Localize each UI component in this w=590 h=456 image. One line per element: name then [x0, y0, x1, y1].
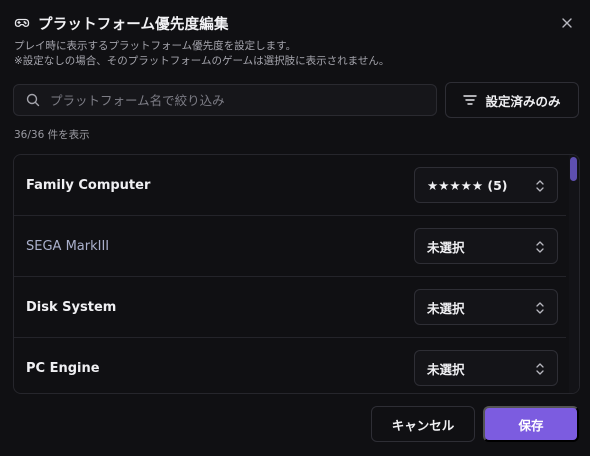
dialog-header: プラットフォーム優先度編集 [14, 12, 578, 34]
priority-value: 未選択 [427, 361, 465, 377]
dialog-title: プラットフォーム優先度編集 [38, 16, 229, 33]
platform-name: Disk System [26, 299, 117, 315]
dialog-description: プレイ時に表示するプラットフォーム優先度を設定します。 ※設定なしの場合、そのプ… [14, 39, 389, 69]
priority-select[interactable]: ★★★★★ (5) [414, 167, 558, 203]
list-scrollbar[interactable] [569, 155, 579, 393]
search-input[interactable] [50, 92, 436, 108]
description-line-2: ※設定なしの場合、そのプラットフォームのゲームは選択肢に表示されません。 [14, 55, 390, 67]
priority-value: ★★★★★ (5) [427, 177, 508, 193]
platform-name: SEGA MarkIII [26, 238, 110, 254]
search-box [13, 84, 437, 116]
priority-select[interactable]: 未選択 [414, 228, 558, 264]
platform-row: Disk System 未選択 [14, 277, 566, 338]
chevron-up-down-icon [536, 363, 544, 375]
platform-priority-dialog: プラットフォーム優先度編集 プレイ時に表示するプラットフォーム優先度を設定します… [0, 0, 590, 456]
platform-row: PC Engine 未選択 [14, 338, 566, 393]
configured-only-filter-button[interactable]: 設定済みのみ [445, 82, 579, 118]
description-line-1: プレイ時に表示するプラットフォーム優先度を設定します。 [14, 40, 297, 52]
priority-value: 未選択 [427, 300, 465, 316]
filter-icon [463, 95, 478, 105]
cancel-button[interactable]: キャンセル [371, 406, 475, 442]
priority-select[interactable]: 未選択 [414, 350, 558, 386]
result-count: 36/36 件を表示 [14, 129, 90, 141]
search-icon [26, 93, 40, 107]
priority-select[interactable]: 未選択 [414, 289, 558, 325]
gamepad-icon [14, 15, 30, 31]
platform-list: Family Computer ★★★★★ (5) SEGA MarkIII 未… [13, 154, 580, 394]
close-icon [562, 18, 572, 28]
save-button[interactable]: 保存 [483, 406, 579, 442]
close-button[interactable] [556, 12, 578, 34]
chevron-up-down-icon [536, 180, 544, 192]
chevron-up-down-icon [536, 302, 544, 314]
platform-name: Family Computer [26, 177, 151, 193]
platform-name: PC Engine [26, 360, 100, 376]
platform-row: Family Computer ★★★★★ (5) [14, 155, 566, 216]
scrollbar-thumb[interactable] [570, 157, 577, 181]
filter-button-label: 設定済みのみ [485, 93, 561, 109]
priority-value: 未選択 [427, 239, 465, 255]
chevron-up-down-icon [536, 241, 544, 253]
platform-row: SEGA MarkIII 未選択 [14, 216, 566, 277]
